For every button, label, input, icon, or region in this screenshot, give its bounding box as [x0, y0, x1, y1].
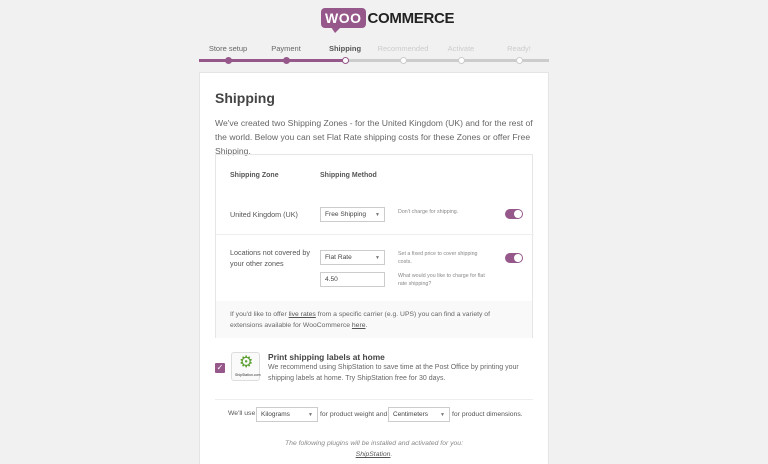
method-description-rest: Set a fixed price to cover shipping cost…: [398, 251, 478, 265]
zone-name-rest-of-world: Locations not covered by your other zone…: [230, 248, 310, 268]
step-activate: Activate: [447, 44, 475, 53]
shipping-zones-table: Shipping Zone Shipping Method United Kin…: [215, 154, 534, 338]
step-payment[interactable]: Payment: [257, 44, 315, 53]
section-divider: [215, 399, 533, 400]
footnote-pre: If you'd like to offer: [230, 311, 287, 318]
method-select-uk[interactable]: Free Shipping ▼: [320, 207, 385, 222]
setup-steps: Store setup Payment Shipping Recommended…: [199, 44, 549, 64]
step-shipping: Shipping: [328, 44, 362, 53]
live-rates-note: If you'd like to offer live rates from a…: [216, 301, 532, 338]
row-divider: [216, 234, 534, 235]
step-dot-ready: [515, 57, 523, 64]
method-select-rest[interactable]: Flat Rate ▼: [320, 250, 385, 265]
live-rates-text: If you'd like to offer live rates from a…: [230, 309, 520, 331]
header-shipping-method: Shipping Method: [320, 172, 377, 179]
shipstation-logo-text: ShipStation.com: [235, 373, 261, 377]
shipstation-plugin-link[interactable]: ShipStation: [356, 451, 391, 458]
step-store-setup[interactable]: Store setup: [199, 44, 257, 53]
step-dot-shipping: [341, 57, 349, 64]
plugins-note-list: ShipStation.: [215, 449, 533, 460]
units-prefix: We'll use: [228, 410, 256, 417]
woocommerce-logo: WOO COMMERCE: [321, 7, 455, 33]
step-dot-recommended: [399, 57, 407, 64]
dimension-unit-value: Centimeters: [393, 411, 429, 418]
footnote-end: .: [365, 322, 368, 329]
print-labels-description: We recommend using ShipStation to save t…: [268, 364, 519, 382]
method-description-uk: Don't charge for shipping.: [398, 209, 459, 215]
weight-suffix: for product weight and: [320, 411, 388, 418]
step-dot-store-setup: [224, 57, 232, 64]
logo-commerce: COMMERCE: [367, 9, 455, 27]
chevron-down-icon: ▼: [308, 412, 313, 418]
print-labels-checkbox[interactable]: ✓: [215, 363, 225, 373]
dimension-suffix: for product dimensions.: [452, 411, 523, 418]
header-shipping-zone: Shipping Zone: [230, 172, 279, 179]
step-dot-activate: [457, 57, 465, 64]
step-dot-payment: [282, 57, 290, 64]
extensions-here-link[interactable]: here: [352, 322, 366, 329]
cost-description-rest: What would you like to charge for flat r…: [398, 273, 485, 287]
page-title: Shipping: [215, 90, 275, 106]
dimension-unit-select[interactable]: Centimeters ▼: [388, 407, 450, 422]
gear-icon: ⚙: [239, 354, 254, 371]
chevron-down-icon: ▼: [375, 255, 380, 261]
flat-rate-cost-input[interactable]: 4.50: [320, 272, 385, 287]
plugins-note-text: The following plugins will be installed …: [285, 440, 463, 447]
zone-name-uk: United Kingdom (UK): [230, 210, 298, 219]
toggle-uk-enabled[interactable]: [505, 209, 523, 219]
print-labels-title: Print shipping labels at home: [268, 352, 385, 362]
intro-text: We've created two Shipping Zones - for t…: [215, 118, 533, 156]
step-ready: Ready!: [507, 44, 531, 53]
chevron-down-icon: ▼: [440, 412, 445, 418]
step-recommended: Recommended: [377, 44, 429, 53]
plugins-note: The following plugins will be installed …: [215, 438, 533, 460]
toggle-rest-enabled[interactable]: [505, 253, 523, 263]
chevron-down-icon: ▼: [375, 212, 380, 218]
method-select-rest-value: Flat Rate: [325, 254, 352, 261]
logo-woo: WOO: [321, 8, 366, 33]
plugins-note-end: .: [390, 451, 393, 458]
weight-unit-select[interactable]: Kilograms ▼: [256, 407, 318, 422]
weight-unit-value: Kilograms: [261, 411, 290, 418]
shipstation-logo: ⚙ ShipStation.com: [231, 352, 261, 381]
live-rates-link[interactable]: live rates: [289, 311, 316, 318]
steps-track-progress: [199, 59, 345, 62]
method-select-uk-value: Free Shipping: [325, 211, 367, 218]
